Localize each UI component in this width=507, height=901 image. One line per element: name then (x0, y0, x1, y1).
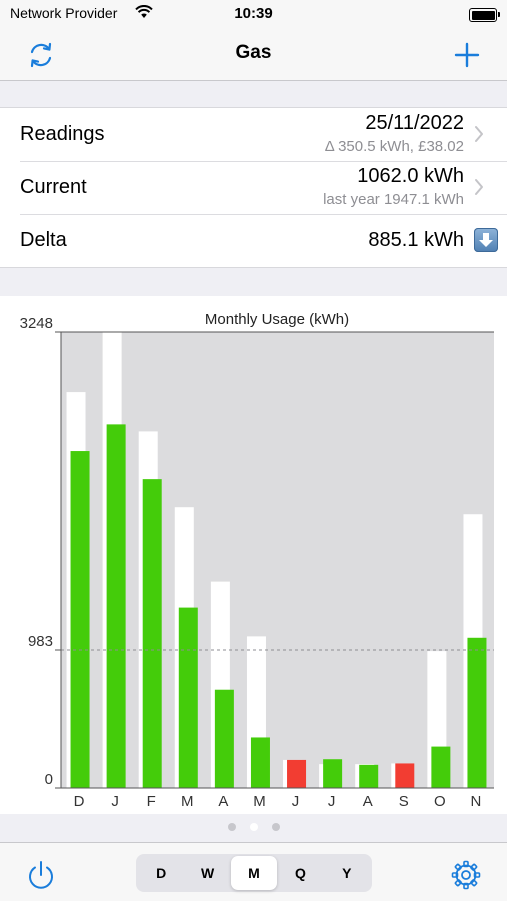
bar-current-10 (431, 746, 451, 788)
readings-date: 25/11/2022 (365, 112, 464, 134)
power-icon[interactable] (25, 859, 57, 891)
delta-label: Delta (20, 229, 67, 251)
chevron-right-icon (475, 126, 483, 142)
segment-d[interactable]: D (138, 856, 184, 890)
readings-table: Readings 25/11/2022 Δ 350.5 kWh, £38.02 … (0, 107, 507, 268)
bar-current-11 (467, 637, 487, 788)
gear-icon[interactable] (450, 859, 482, 891)
monthly-usage-chart[interactable]: Monthly Usage (kWh) 3248 983 0 D J F M A M J J A S O… (0, 296, 507, 814)
chart-canvas: Monthly Usage (kWh) 3248 983 0 D J F M A M J J A S O… (20, 311, 494, 810)
bar-current-5 (250, 737, 270, 788)
x-tick-label: A (218, 793, 228, 810)
page-title: Gas (235, 42, 272, 63)
bar-current-2 (142, 479, 162, 788)
plus-icon[interactable] (452, 40, 482, 70)
x-tick-label: M (181, 793, 194, 810)
navigation-bar: Gas (0, 28, 507, 81)
bottom-toolbar: DWMQY (0, 842, 507, 901)
current-label: Current (20, 176, 87, 198)
segment-q[interactable]: Q (277, 856, 323, 890)
page-dot[interactable] (249, 823, 258, 831)
readings-row[interactable]: Readings 25/11/2022 Δ 350.5 kWh, £38.02 (0, 108, 507, 161)
battery-icon (469, 8, 500, 22)
bar-current-8 (359, 764, 379, 788)
down-arrow-icon (474, 228, 498, 252)
chart-title: Monthly Usage (kWh) (205, 311, 349, 328)
current-value: 1062.0 kWh (357, 165, 464, 187)
x-tick-label: A (363, 793, 373, 810)
status-bar: Network Provider 10:39 (0, 0, 507, 28)
bar-current-7 (323, 759, 343, 788)
segment-w[interactable]: W (184, 856, 230, 890)
y-tick-label: 3248 (20, 315, 53, 332)
delta-row: Delta 885.1 kWh (0, 214, 507, 267)
current-detail: last year 1947.1 kWh (323, 191, 464, 208)
page-indicator[interactable] (0, 818, 507, 836)
x-tick-label: J (292, 793, 300, 810)
segment-m[interactable]: M (230, 856, 278, 890)
bar-current-6 (287, 759, 307, 788)
x-tick-label: D (74, 793, 85, 810)
period-selector: DWMQY (136, 854, 372, 892)
delta-value: 885.1 kWh (368, 229, 464, 251)
chevron-right-icon (475, 179, 483, 195)
x-tick-label: J (111, 793, 119, 810)
bar-current-0 (70, 451, 90, 788)
clock: 10:39 (234, 5, 273, 22)
bar-current-4 (214, 689, 234, 788)
page-dot[interactable] (227, 823, 236, 831)
page-dot[interactable] (271, 823, 280, 831)
y-tick-label: 983 (28, 633, 53, 650)
x-tick-label: S (399, 793, 409, 810)
bar-current-3 (178, 607, 198, 788)
x-tick-label: M (253, 793, 266, 810)
x-tick-label: O (434, 793, 446, 810)
x-tick-label: F (147, 793, 156, 810)
readings-label: Readings (20, 123, 105, 145)
bar-current-1 (106, 424, 126, 788)
current-row[interactable]: Current 1062.0 kWh last year 1947.1 kWh (0, 161, 507, 214)
x-tick-label: J (328, 793, 336, 810)
segment-y[interactable]: Y (324, 856, 370, 890)
bar-current-9 (395, 763, 415, 788)
readings-detail: Δ 350.5 kWh, £38.02 (324, 138, 464, 155)
y-tick-label: 0 (45, 771, 53, 788)
x-tick-label: N (471, 793, 482, 810)
